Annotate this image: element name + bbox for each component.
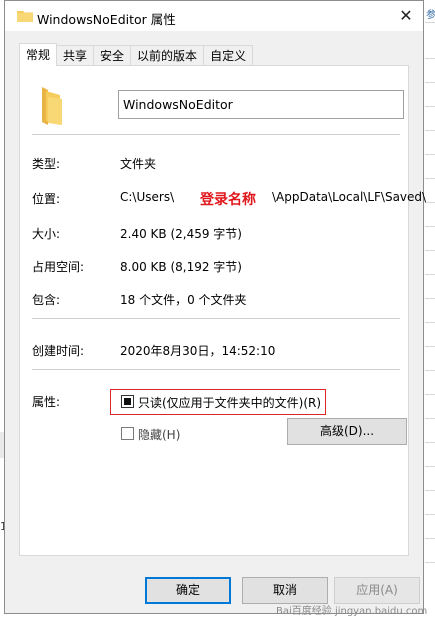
window-title: WindowsNoEditor 属性: [37, 12, 176, 27]
tab-sharing[interactable]: 共享: [56, 45, 95, 65]
hidden-label[interactable]: 隐藏(H): [138, 426, 180, 443]
divider: [32, 318, 400, 319]
close-button[interactable]: ✕: [395, 5, 417, 27]
large-folder-icon: [42, 87, 62, 125]
contains-value: 18 个文件，0 个文件夹: [120, 293, 247, 307]
type-value: 文件夹: [120, 157, 157, 171]
location-label: 位置:: [32, 192, 61, 206]
readonly-label[interactable]: 只读(仅应用于文件夹中的文件)(R): [138, 394, 321, 411]
background-text-fragment: 参: [426, 10, 435, 21]
location-value-prefix: C:\Users\: [120, 190, 175, 204]
divider: [32, 369, 400, 370]
created-value: 2020年8月30日，14:52:10: [120, 344, 276, 358]
tab-general[interactable]: 常规: [19, 43, 58, 66]
ok-button[interactable]: 确定: [145, 577, 231, 604]
advanced-button[interactable]: 高级(D)...: [287, 418, 407, 445]
folder-name-input[interactable]: [118, 90, 404, 119]
hidden-checkbox[interactable]: [121, 427, 134, 440]
username-overlay-annotation: 登录名称: [198, 189, 258, 209]
size-on-disk-label: 占用空间:: [32, 260, 85, 274]
location-value-suffix: \AppData\Local\LF\Saved\: [272, 190, 427, 204]
tab-security[interactable]: 安全: [93, 45, 132, 65]
title-bar[interactable]: WindowsNoEditor 属性 ✕: [5, 1, 423, 31]
cancel-button[interactable]: 取消: [242, 577, 328, 604]
type-label: 类型:: [32, 157, 61, 171]
general-panel: 类型: 文件夹 位置: C:\Users\ 登录名称 \AppData\Loca…: [19, 65, 426, 556]
size-label: 大小:: [32, 227, 61, 241]
tab-previous-versions[interactable]: 以前的版本: [130, 45, 205, 65]
tab-customize[interactable]: 自定义: [203, 45, 254, 65]
divider: [32, 134, 400, 135]
readonly-checkbox[interactable]: [121, 395, 134, 408]
size-value: 2.40 KB (2,459 字节): [120, 227, 242, 241]
apply-button[interactable]: 应用(A): [334, 577, 420, 604]
folder-icon: [17, 11, 33, 22]
attributes-label: 属性:: [32, 395, 61, 409]
contains-label: 包含:: [32, 293, 61, 307]
properties-dialog: WindowsNoEditor 属性 ✕ 常规 共享 安全 以前的版本 自定义 …: [4, 0, 426, 614]
created-label: 创建时间:: [32, 344, 85, 358]
size-on-disk-value: 8.00 KB (8,192 字节): [120, 260, 242, 274]
tab-strip: 常规 共享 安全 以前的版本 自定义: [19, 43, 254, 66]
watermark: Bai百度经验 jingyan.baidu.com: [276, 606, 428, 617]
background-window-strip: [425, 0, 435, 622]
close-icon: ✕: [399, 6, 413, 25]
